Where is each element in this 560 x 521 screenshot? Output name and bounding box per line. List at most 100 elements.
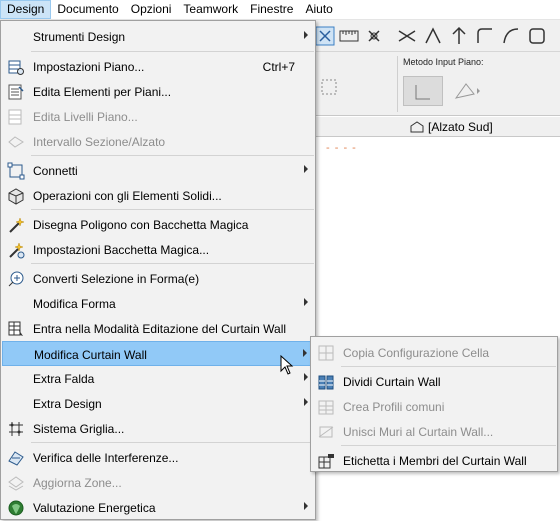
- menu-separator: [341, 366, 556, 367]
- grid-system-icon: [9, 422, 23, 436]
- magic-wand-settings-icon: [9, 242, 25, 259]
- menu-item-label: Edita Livelli Piano...: [33, 110, 138, 124]
- menu-item-label: Intervallo Sezione/Alzato: [33, 135, 166, 149]
- collision-detection-icon: [8, 451, 24, 466]
- menu-separator: [31, 442, 314, 443]
- split-icon[interactable]: [422, 25, 444, 47]
- merge-walls-icon: [318, 426, 334, 438]
- menu-separator: [31, 51, 314, 52]
- menu-item-label: Impostazioni Piano...: [33, 60, 145, 74]
- menu-item-operazioni-elementi-solidi[interactable]: Operazioni con gli Elementi Solidi...: [2, 183, 315, 208]
- info-box: Metodo Input Piano:: [314, 52, 560, 116]
- mouse-cursor-icon: [280, 355, 294, 375]
- menu-item-disegna-poligono-bacchetta[interactable]: Disegna Poligono con Bacchetta Magica: [2, 212, 315, 237]
- menubar-design[interactable]: Design: [0, 0, 52, 19]
- menu-item-connetti[interactable]: Connetti: [2, 158, 315, 183]
- submenu-item-label: Dividi Curtain Wall: [343, 375, 441, 389]
- input-method-button[interactable]: [403, 76, 443, 106]
- story-settings-icon: [8, 60, 24, 75]
- drawing-dashes: - - - -: [326, 142, 357, 154]
- submenu-arrow-icon: [304, 398, 308, 406]
- label-members-icon: [318, 454, 334, 469]
- menu-item-extra-falda[interactable]: Extra Falda: [2, 366, 315, 391]
- menubar-documento[interactable]: Documento: [51, 0, 124, 19]
- info-box-divider: [397, 56, 398, 112]
- menu-item-entra-editazione-curtain-wall[interactable]: Entra nella Modalità Editazione del Curt…: [2, 316, 315, 341]
- elevation-icon: [410, 121, 424, 133]
- trim-icon[interactable]: [396, 25, 418, 47]
- menubar-teamwork[interactable]: Teamwork: [177, 0, 244, 19]
- update-zones-icon: [8, 476, 24, 491]
- submenu-arrow-icon: [304, 31, 308, 39]
- design-toolbar: [314, 20, 560, 52]
- curve-icon[interactable]: [500, 25, 522, 47]
- convert-to-morph-icon: [8, 271, 24, 287]
- submenu-item-unisci-muri: Unisci Muri al Curtain Wall...: [312, 419, 557, 444]
- input-method-label: Metodo Input Piano:: [403, 57, 484, 67]
- split-curtain-wall-icon: [318, 375, 334, 390]
- menu-item-label: Aggiorna Zone...: [33, 476, 122, 490]
- design-menu: Strumenti Design Impostazioni Piano... C…: [0, 20, 316, 520]
- view-tab-bar: [Alzato Sud]: [314, 117, 560, 137]
- menu-item-label: Extra Falda: [33, 372, 95, 386]
- menu-item-modifica-forma[interactable]: Modifica Forma: [2, 291, 315, 316]
- solid-operations-icon: [8, 188, 24, 205]
- submenu-item-dividi-curtain-wall[interactable]: Dividi Curtain Wall: [312, 369, 557, 394]
- section-range-icon: [8, 136, 24, 148]
- edit-story-levels-icon: [8, 109, 22, 125]
- menu-separator: [31, 209, 314, 210]
- menu-item-label: Extra Design: [33, 397, 102, 411]
- submenu-arrow-icon: [304, 298, 308, 306]
- edit-elements-by-story-icon: [8, 84, 24, 100]
- selection-tool-icon[interactable]: [314, 25, 336, 47]
- menu-item-label: Connetti: [33, 164, 78, 178]
- menu-item-valutazione-energetica[interactable]: Valutazione Energetica: [2, 495, 315, 520]
- menubar-aiuto[interactable]: Aiuto: [299, 0, 338, 19]
- curtain-wall-edit-mode-icon: [8, 321, 23, 336]
- magic-wand-polygon-icon: [9, 217, 25, 233]
- create-common-frames-icon: [318, 400, 334, 415]
- menu-item-label: Modifica Forma: [33, 297, 116, 311]
- menu-separator: [31, 155, 314, 156]
- menu-item-verifica-interferenze[interactable]: Verifica delle Interferenze...: [2, 445, 315, 470]
- menubar-opzioni[interactable]: Opzioni: [125, 0, 178, 19]
- submenu-item-etichetta-membri[interactable]: Etichetta i Membri del Curtain Wall: [312, 448, 557, 473]
- submenu-arrow-icon: [304, 502, 308, 510]
- menu-item-label: Disegna Poligono con Bacchetta Magica: [33, 218, 249, 232]
- polygon-points-icon: [321, 79, 337, 95]
- menu-item-edita-elementi-per-piani[interactable]: Edita Elementi per Piani...: [2, 79, 315, 104]
- menu-item-impostazioni-piano[interactable]: Impostazioni Piano... Ctrl+7: [2, 54, 315, 79]
- copy-cell-config-icon: [318, 345, 334, 361]
- submenu-item-label: Crea Profili comuni: [343, 400, 445, 414]
- submenu-item-label: Unisci Muri al Curtain Wall...: [343, 425, 494, 439]
- submenu-arrow-icon: [304, 165, 308, 173]
- offset-icon[interactable]: [526, 25, 548, 47]
- input-method-dropdown-icon[interactable]: [452, 80, 482, 102]
- adjust-icon[interactable]: [448, 25, 470, 47]
- fillet-icon[interactable]: [474, 25, 496, 47]
- connect-icon: [7, 162, 25, 180]
- menu-item-modifica-curtain-wall[interactable]: Modifica Curtain Wall: [2, 341, 315, 366]
- menubar-finestre[interactable]: Finestre: [244, 0, 299, 19]
- input-method-icon: [415, 85, 430, 100]
- menu-item-sistema-griglia[interactable]: Sistema Griglia...: [2, 416, 315, 441]
- menu-item-extra-design[interactable]: Extra Design: [2, 391, 315, 416]
- menu-item-aggiorna-zone: Aggiorna Zone...: [2, 470, 315, 495]
- menu-item-strumenti-design[interactable]: Strumenti Design: [2, 24, 315, 49]
- ruler-icon[interactable]: [338, 25, 360, 47]
- menu-item-edita-livelli-piano: Edita Livelli Piano...: [2, 104, 315, 129]
- submenu-item-label: Etichetta i Membri del Curtain Wall: [343, 454, 527, 468]
- snap-cross-icon[interactable]: [363, 25, 385, 47]
- view-tab[interactable]: [Alzato Sud]: [410, 120, 493, 134]
- energy-evaluation-icon: [8, 500, 24, 516]
- menu-item-impostazioni-bacchetta[interactable]: Impostazioni Bacchetta Magica...: [2, 237, 315, 262]
- menu-item-label: Sistema Griglia...: [33, 422, 125, 436]
- menu-item-converti-selezione-forma[interactable]: Converti Selezione in Forma(e): [2, 266, 315, 291]
- submenu-item-copia-configurazione-cella: Copia Configurazione Cella: [312, 340, 557, 365]
- menu-item-label: Strumenti Design: [33, 30, 126, 44]
- view-tab-label: [Alzato Sud]: [428, 120, 493, 134]
- menu-item-label: Entra nella Modalità Editazione del Curt…: [33, 322, 287, 336]
- menu-item-shortcut: Ctrl+7: [262, 60, 295, 74]
- menu-item-label: Converti Selezione in Forma(e): [33, 272, 200, 286]
- menu-separator: [341, 445, 556, 446]
